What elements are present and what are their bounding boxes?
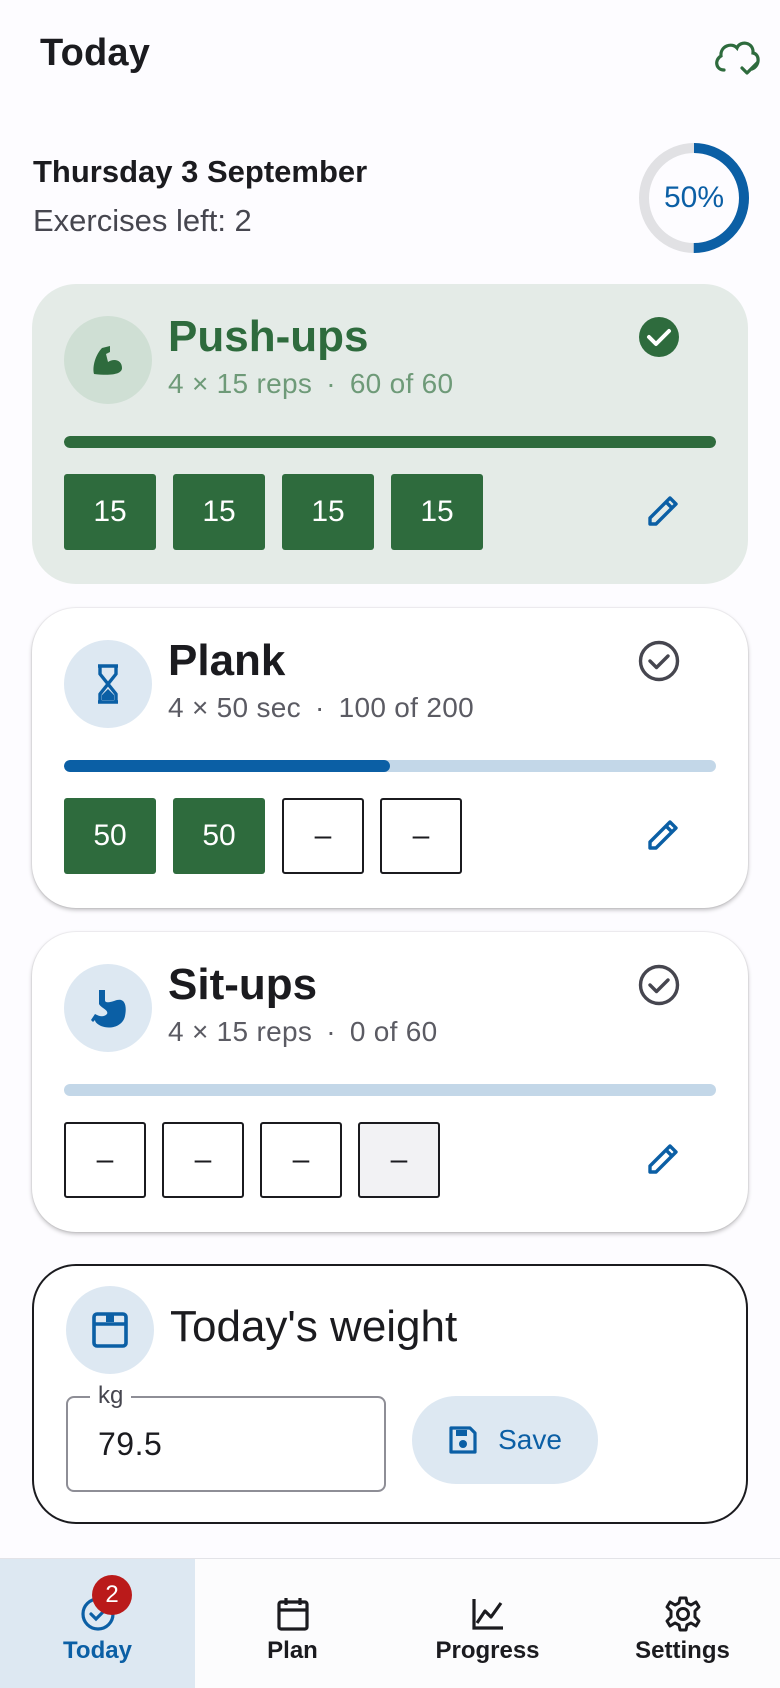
exercise-progress-bar xyxy=(64,436,716,448)
bicep-icon xyxy=(93,346,122,375)
hourglass-icon xyxy=(98,664,118,704)
edit-pencil-icon[interactable] xyxy=(644,814,684,854)
exercise-summary: 4 × 15 reps · 60 of 60 xyxy=(168,368,453,400)
bottom-nav: Today 2 Plan Progress Settings xyxy=(0,1558,780,1688)
exercise-scheme: 4 × 15 reps xyxy=(168,1016,313,1047)
set-button[interactable]: 50 xyxy=(64,798,156,874)
edit-pencil-icon[interactable] xyxy=(644,1138,684,1178)
exercise-progress-bar xyxy=(64,1084,716,1096)
separator-dot: · xyxy=(326,368,336,399)
exercise-card-situps[interactable]: Sit-ups 4 × 15 reps · 0 of 60 – – – – xyxy=(32,932,748,1232)
page-title: Today xyxy=(40,32,151,74)
exercise-scheme: 4 × 50 sec xyxy=(168,692,301,723)
separator-dot: · xyxy=(326,1016,336,1047)
weight-unit-label: kg xyxy=(90,1382,132,1410)
save-weight-button[interactable]: Save xyxy=(412,1396,598,1484)
edit-pencil-icon[interactable] xyxy=(644,490,684,530)
scale-icon xyxy=(92,1312,128,1348)
nav-item-today[interactable]: Today 2 xyxy=(0,1559,195,1688)
exercise-summary: 4 × 50 sec · 100 of 200 xyxy=(168,692,474,724)
exercise-card-plank[interactable]: Plank 4 × 50 sec · 100 of 200 50 50 – – xyxy=(32,608,748,908)
nav-label: Plan xyxy=(267,1637,318,1664)
set-button[interactable]: – xyxy=(64,1122,146,1198)
weight-card: Today's weight kg 79.5 Save xyxy=(32,1264,748,1524)
set-button[interactable]: 15 xyxy=(391,474,483,550)
nav-item-plan[interactable]: Plan xyxy=(195,1559,390,1688)
weight-avatar xyxy=(66,1286,154,1374)
nav-item-progress[interactable]: Progress xyxy=(390,1559,585,1688)
exercise-name: Push-ups xyxy=(168,312,369,361)
set-button[interactable]: 15 xyxy=(173,474,265,550)
save-label: Save xyxy=(498,1424,562,1455)
nav-label: Today xyxy=(63,1637,132,1664)
set-button[interactable]: – xyxy=(358,1122,440,1198)
cloud-done-icon[interactable] xyxy=(712,36,762,78)
exercise-total: 100 of 200 xyxy=(338,692,474,723)
weight-value[interactable]: 79.5 xyxy=(98,1426,162,1463)
completed-check-icon[interactable] xyxy=(638,316,680,358)
nav-label: Progress xyxy=(435,1637,540,1664)
set-button[interactable]: – xyxy=(260,1122,342,1198)
set-button[interactable]: – xyxy=(162,1122,244,1198)
exercise-name: Plank xyxy=(168,636,286,685)
chart-icon xyxy=(471,1599,503,1630)
daily-progress-percent: 50% xyxy=(663,181,725,214)
set-button[interactable]: 15 xyxy=(282,474,374,550)
set-list: – – – – xyxy=(64,1122,456,1198)
set-list: 15 15 15 15 xyxy=(64,474,500,550)
mark-complete-icon[interactable] xyxy=(638,964,680,1006)
date-label: Thursday 3 September xyxy=(33,154,368,189)
exercise-progress-bar xyxy=(64,760,716,772)
set-button[interactable]: – xyxy=(380,798,462,874)
exercise-card-pushups[interactable]: Push-ups 4 × 15 reps · 60 of 60 15 15 15 1… xyxy=(32,284,748,584)
stomach-icon xyxy=(91,990,126,1028)
exercise-total: 0 of 60 xyxy=(349,1016,438,1047)
set-button[interactable]: 50 xyxy=(173,798,265,874)
exercise-progress-fill xyxy=(64,760,390,772)
exercise-scheme: 4 × 15 reps xyxy=(168,368,313,399)
exercises-left-label: Exercises left: 2 xyxy=(33,203,252,238)
exercise-summary: 4 × 15 reps · 0 of 60 xyxy=(168,1016,438,1048)
daily-progress-ring: 50% xyxy=(638,142,750,254)
set-button[interactable]: 15 xyxy=(64,474,156,550)
nav-label: Settings xyxy=(635,1637,730,1664)
exercise-total: 60 of 60 xyxy=(349,368,454,399)
calendar-icon xyxy=(276,1598,309,1631)
weight-input[interactable]: kg 79.5 xyxy=(66,1382,386,1492)
exercise-avatar xyxy=(64,316,152,404)
separator-dot: · xyxy=(314,692,325,723)
mark-complete-icon[interactable] xyxy=(638,640,680,682)
save-icon xyxy=(449,1426,477,1454)
gear-icon xyxy=(665,1596,700,1632)
set-list: 50 50 – – xyxy=(64,798,478,874)
notification-badge: 2 xyxy=(92,1575,132,1615)
exercise-avatar xyxy=(64,640,152,728)
exercise-progress-fill xyxy=(64,436,716,448)
weight-title: Today's weight xyxy=(170,1302,458,1351)
nav-item-settings[interactable]: Settings xyxy=(585,1559,780,1688)
set-button[interactable]: – xyxy=(282,798,364,874)
exercise-avatar xyxy=(64,964,152,1052)
exercise-name: Sit-ups xyxy=(168,960,318,1009)
